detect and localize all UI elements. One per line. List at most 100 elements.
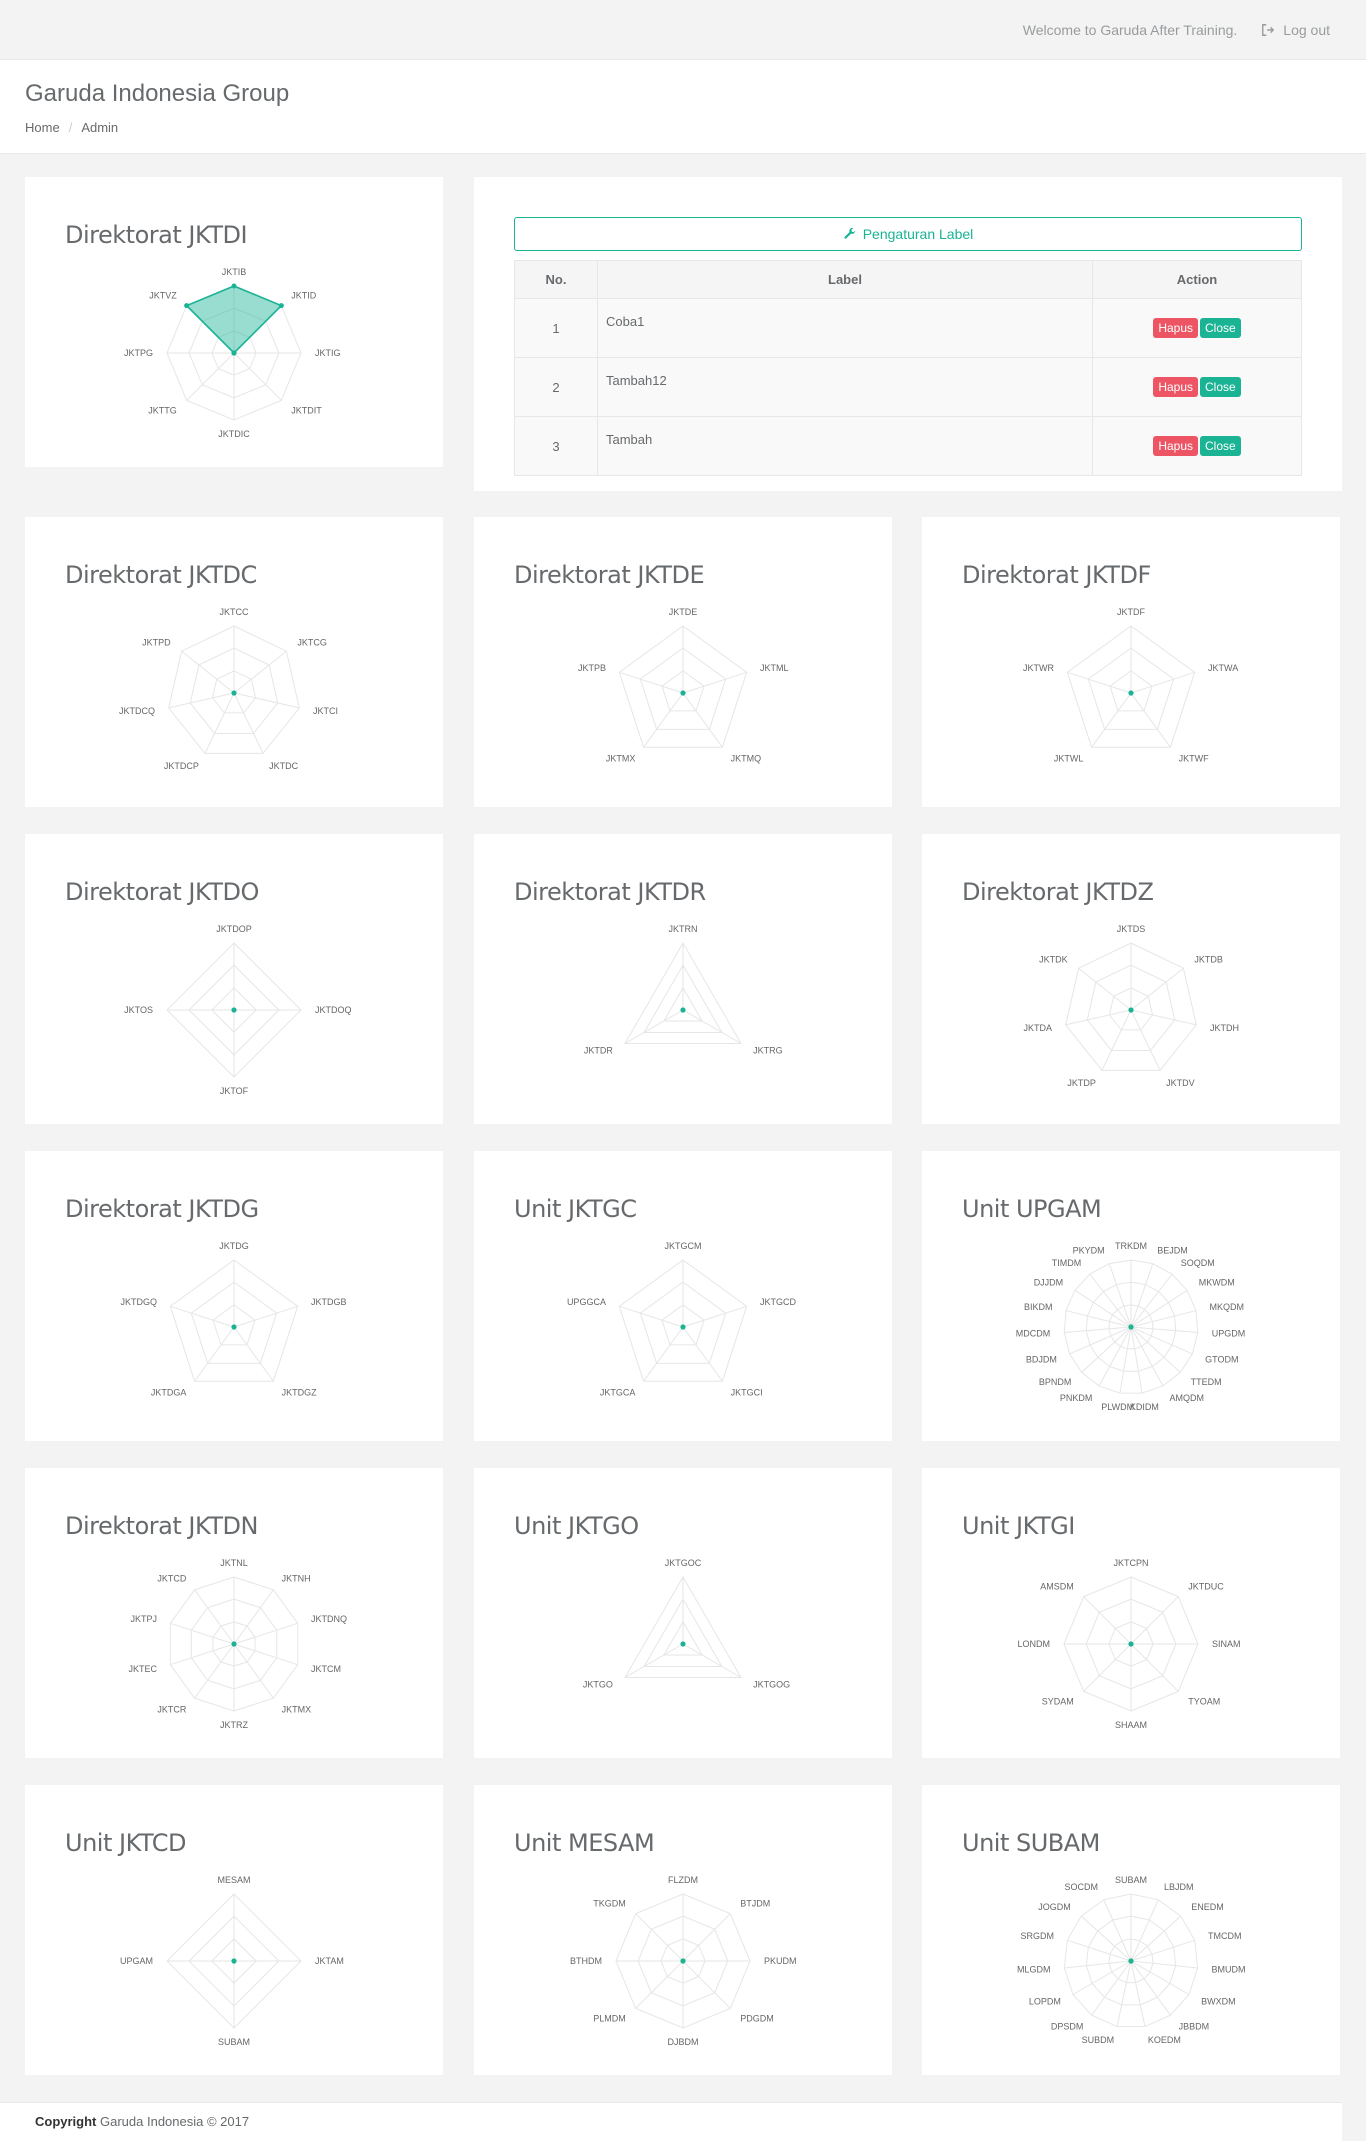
radar-axis-label: JKTDCQ [119,706,155,716]
radar-axis-label: TKGDM [593,1899,626,1909]
row-actions: Hapus Close [1092,416,1302,476]
chart-card: Unit JKTCD MESAM JKTAM SUBAM UPGAM [25,1785,443,2075]
label-settings-button[interactable]: Pengaturan Label [514,217,1302,251]
radar-chart: JKTDE JKTML JKTMQ JKTMX JKTPB [578,607,789,764]
radar-spoke [682,1960,731,2009]
close-button[interactable]: Close [1200,377,1241,397]
radar-axis-label: ENEDM [1191,1902,1224,1912]
close-button[interactable]: Close [1200,436,1241,456]
radar-spoke [233,1326,274,1382]
radar-spoke [168,692,235,709]
chart-title: Direktorat JKTDZ [962,878,1154,906]
radar-axis-label: JKTDV [1166,1078,1195,1088]
chart-title: Unit MESAM [514,1829,655,1857]
chart-card: Direktorat JKTDI JKTIB JKTID JKTIG JKTDIT JKT… [25,177,443,467]
chart-card: Direktorat JKTDN JKTNL JKTNH JKTDNQ JKTCM JKT… [25,1468,443,1758]
radar-axis-label: JKTRZ [220,1720,249,1730]
radar-axis-label: JKTWL [1054,754,1084,764]
radar-axis-label: JKTPJ [130,1614,157,1624]
radar-center-point [680,690,686,696]
chart-card: Direktorat JKTDO JKTDOP JKTDOQ JKTOF JKTOS [25,834,443,1124]
radar-axis-label: DJJDM [1034,1278,1064,1288]
close-button[interactable]: Close [1200,318,1241,338]
radar-axis-label: MKQDM [1210,1302,1245,1312]
table-row: 2 Tambah12 Hapus Close [514,357,1302,417]
radar-spoke [1091,692,1132,748]
chart-title: Direktorat JKTDI [65,221,248,249]
radar-axis-label: BDJDM [1026,1355,1057,1365]
radar-axis-label: TMCDM [1208,1931,1242,1941]
radar-spoke [233,352,282,401]
radar-axis-label: JOGDM [1038,1902,1071,1912]
logout-link[interactable]: Log out [1261,22,1330,38]
chart-card: Direktorat JKTDG JKTDG JKTDGB JKTDGZ JKTDGA J… [25,1151,443,1441]
radar-spoke [1083,1643,1132,1692]
radar-axis-label: JKTDA [1024,1023,1053,1033]
row-number: 3 [514,416,598,476]
radar-axis-label: JKTDR [584,1046,614,1056]
delete-button[interactable]: Hapus [1153,318,1198,338]
radar-axis-label: BMUDM [1212,1964,1246,1974]
copyright-label: Copyright [35,2114,97,2129]
delete-button[interactable]: Hapus [1153,436,1198,456]
footer: Copyright Garuda Indonesia © 2017 [0,2102,1342,2141]
radar-chart: JKTDG JKTDGB JKTDGZ JKTDGA JKTDGQ [120,1241,346,1398]
radar-axis-label: JKTVZ [149,291,177,301]
radar-axis-label: JKTDGA [151,1388,187,1398]
radar-chart: TRKDM BEJDM SOQDM MKWDM MKQDM UPGDM GTODM TTEDM… [1016,1241,1245,1412]
radar-spoke [1130,1009,1197,1026]
radar-center-point [680,1007,686,1013]
radar-spoke [204,692,235,754]
radar-spoke [643,1326,684,1382]
radar-axis-label: JKTTG [148,405,177,415]
radar-axis-label: PNKDM [1060,1393,1093,1403]
radar-axis-label: JKTOF [220,1086,249,1096]
radar-spoke [170,1643,235,1666]
radar-axis-label: JKTWF [1179,754,1209,764]
delete-button[interactable]: Hapus [1153,377,1198,397]
radar-chart: JKTCPN JKTDUC SINAM TYOAM SHAAM SYDAM LONDM AMS… [1017,1558,1241,1730]
radar-data-point [184,303,190,309]
radar-center-point [231,1641,237,1647]
chart-title: Direktorat JKTDG [65,1195,259,1223]
radar-spoke [1130,1939,1195,1962]
radar-chart: JKTCC JKTCG JKTCI JKTDC JKTDCP JKTDCQ JKTPD [119,607,338,771]
radar-spoke [233,1622,298,1645]
radar-spoke [1130,1915,1182,1962]
radar-axis-label: JKTRG [753,1046,783,1056]
radar-center-point [680,1958,686,1964]
breadcrumb-home[interactable]: Home [25,120,60,135]
radar-axis-label: KOEDM [1148,2035,1181,2045]
radar-axis-label: LONDM [1017,1639,1050,1649]
radar-axis-label: BTHDM [570,1956,602,1966]
chart-title: Unit JKTGC [514,1195,637,1223]
radar-axis-label: SINAM [1212,1639,1241,1649]
radar-chart: FLZDM BTJDM PKUDM PDGDM DJBDM PLMDM BTHDM TKGDM [570,1875,797,2047]
radar-spoke [1130,671,1195,694]
radar-axis-label: DJBDM [668,2037,699,2047]
radar-axis-label: JKTID [291,291,317,301]
radar-axis-label: JKTIG [315,348,341,358]
chart-card: Unit UPGAM TRKDM BEJDM SOQDM MKWDM MKQDM UPGDM… [922,1151,1340,1441]
row-number: 2 [514,357,598,417]
chart-title: Direktorat JKTDC [65,561,257,589]
radar-spoke [233,1305,298,1328]
radar-axis-label: JKTPB [578,663,606,673]
radar-axis-label: PLWDM [1101,1402,1134,1412]
footer-text: Garuda Indonesia © 2017 [100,2114,250,2129]
radar-axis-label: JKTDK [1039,954,1068,964]
radar-axis-label: BPNDM [1039,1377,1072,1387]
logout-label: Log out [1283,21,1330,38]
radar-center-point [1128,1641,1134,1647]
radar-spoke [1103,1899,1132,1962]
radar-center-point [231,1958,237,1964]
radar-axis-label: SRGDM [1020,1931,1054,1941]
chart-title: Unit JKTGO [514,1512,639,1540]
radar-axis-label: GTODM [1205,1355,1238,1365]
page-heading: Garuda Indonesia Group Home / Admin [0,60,1366,154]
row-label: Tambah [597,416,1093,476]
radar-spoke [170,1305,235,1328]
chart-card: Unit MESAM FLZDM BTJDM PKUDM PDGDM DJBDM PLMDM… [474,1785,892,2075]
radar-axis-label: SOCDM [1065,1882,1099,1892]
radar-axis-label: JKTEC [128,1664,157,1674]
